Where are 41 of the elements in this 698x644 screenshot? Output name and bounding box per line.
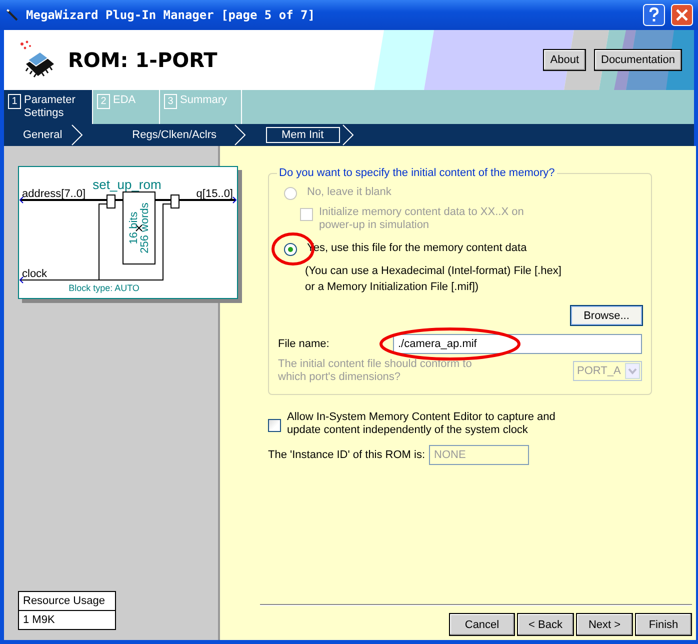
port-question: The initial content file should conform to which port's dimensions? bbox=[278, 358, 472, 384]
close-icon[interactable] bbox=[671, 4, 693, 26]
help-icon[interactable] bbox=[643, 4, 665, 26]
checkbox-label: Initialize memory content data to XX..X on power-up in simulation bbox=[319, 206, 524, 232]
block-type-label: Block type: AUTO bbox=[68, 283, 140, 293]
wand-icon bbox=[6, 9, 18, 21]
file-name-field[interactable]: ./camera_ap.mif bbox=[393, 334, 642, 354]
table-cell-text: 1 M9K bbox=[22, 613, 56, 628]
chevron-icon bbox=[342, 124, 354, 146]
chip-icon bbox=[18, 40, 56, 80]
window-title: MegaWizard Plug-In Manager [page 5 of 7] bbox=[26, 8, 315, 22]
sub-tab[interactable]: Mem Init bbox=[266, 127, 340, 143]
wizard-button[interactable]: Next > bbox=[576, 613, 633, 636]
instance-id-field: NONE bbox=[429, 445, 530, 465]
port-label: clock bbox=[22, 268, 48, 280]
group-legend: Do you want to specify the initial content of the memory? bbox=[277, 167, 557, 179]
checkbox[interactable] bbox=[268, 418, 281, 432]
wizard-button[interactable]: < Back bbox=[517, 613, 574, 636]
option-label: No, leave it blank bbox=[307, 186, 392, 199]
chevron-icon bbox=[234, 124, 246, 146]
sub-tab[interactable]: General bbox=[16, 127, 70, 143]
step-tab[interactable]: 1 Parameter Settings bbox=[4, 90, 93, 124]
port-label: q[15..0] bbox=[196, 188, 233, 200]
header-button[interactable]: Documentation bbox=[594, 49, 682, 71]
width-label: 16 bits bbox=[128, 212, 140, 244]
port-label: address[7..0] bbox=[22, 188, 86, 200]
wizard-button[interactable]: Finish bbox=[635, 613, 692, 636]
wizard-button[interactable]: Cancel bbox=[449, 613, 515, 636]
checkbox-label: Allow In-System Memory Content Editor to capture and update content independently of the system clock bbox=[287, 411, 556, 437]
sub-tab[interactable]: Regs/Clken/Aclrs bbox=[125, 127, 224, 143]
header-button[interactable]: About bbox=[543, 49, 586, 71]
field-label: File name: bbox=[278, 338, 330, 350]
table-header: Resource Usage bbox=[19, 592, 115, 611]
hint-text: (You can use a Hexadecimal (Intel-format) File [.hex] or a Memory Initialization File [.mif]) bbox=[305, 264, 562, 295]
chevron-icon bbox=[71, 124, 84, 146]
field-label: The 'Instance ID' of this ROM is: bbox=[268, 448, 426, 462]
page-title: ROM: 1-PORT bbox=[68, 48, 218, 72]
depth-label: 256 words bbox=[139, 202, 151, 254]
browse-button[interactable]: Browse... bbox=[570, 305, 643, 326]
radio-button[interactable] bbox=[284, 243, 297, 256]
block-name: set_up_rom bbox=[92, 177, 162, 192]
